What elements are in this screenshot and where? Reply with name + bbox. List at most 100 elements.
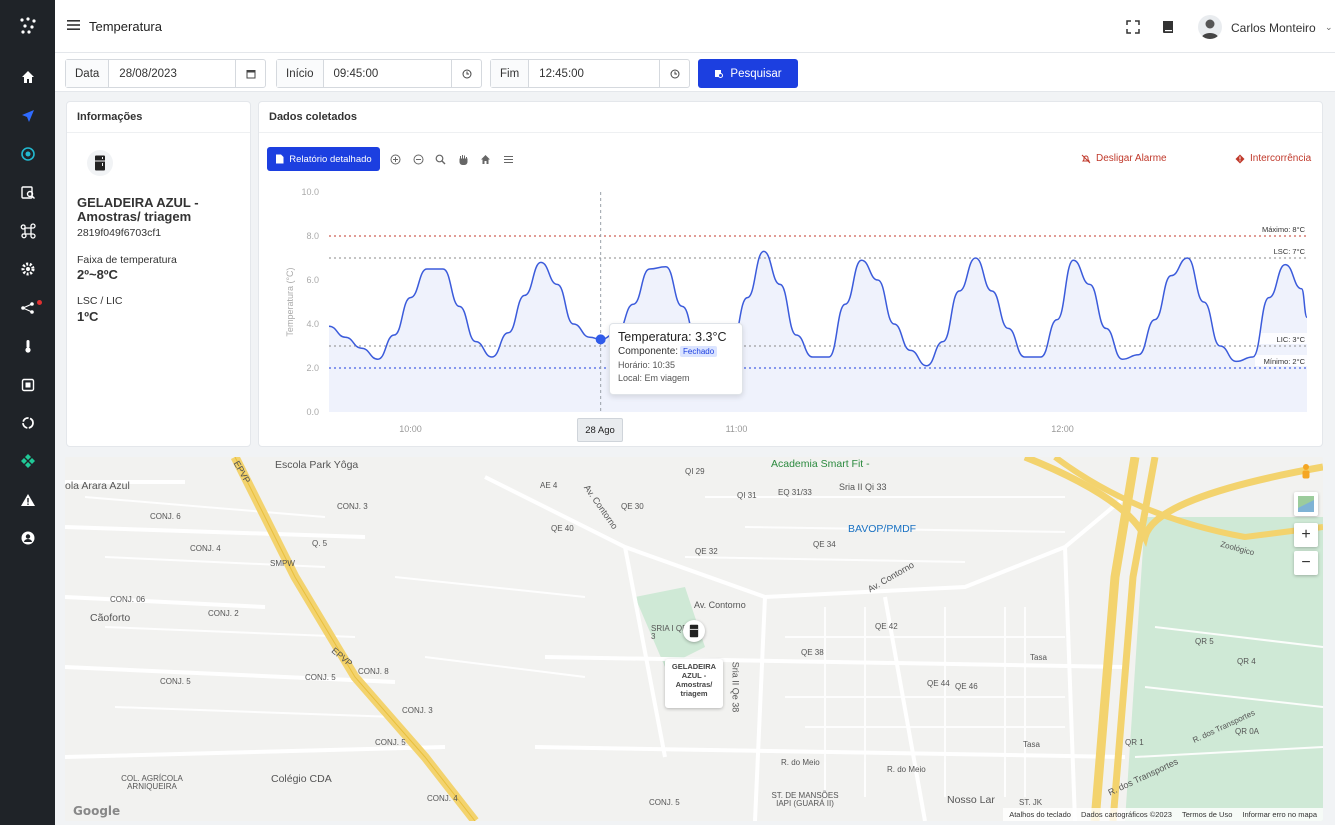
report-error-link[interactable]: Informar erro no mapa [1242, 810, 1317, 819]
map[interactable]: CONJ. 6 CONJ. 4 CONJ. 06 CONJ. 2 CONJ. 3… [65, 457, 1323, 821]
reset-home-icon[interactable] [478, 152, 492, 166]
map-label: QE 32 [695, 547, 718, 556]
device-icon [21, 378, 34, 392]
zoom-out-button[interactable]: − [1294, 551, 1318, 575]
map-label: QE 44 [927, 679, 950, 688]
threshold-label: LIC: 3°C [1277, 335, 1306, 344]
date-field[interactable]: Data 28/08/2023 [65, 59, 266, 88]
sidebar-item-alerts[interactable] [0, 485, 55, 515]
map-footer: Atalhos do teclado Dados cartográficos ©… [1003, 808, 1323, 821]
poi-label[interactable]: ola Arara Azul [65, 480, 130, 492]
clock-icon[interactable] [659, 60, 689, 87]
map-label: QE 46 [955, 682, 978, 691]
poi-label[interactable]: Nosso Lar [947, 794, 995, 806]
sidebar-item-target[interactable] [0, 139, 55, 169]
sidebar [0, 0, 55, 825]
search-button[interactable]: Pesquisar [698, 59, 798, 88]
user-name[interactable]: Carlos Monteiro [1231, 21, 1316, 35]
disable-alarm-link[interactable]: Desligar Alarme [1081, 153, 1167, 164]
map-label: CONJ. 4 [427, 794, 458, 803]
sidebar-item-home[interactable] [0, 62, 55, 92]
start-time-field[interactable]: Início 09:45:00 [276, 59, 482, 88]
temperature-range-label: Faixa de temperatura [77, 254, 177, 266]
map-label: CONJ. 6 [150, 512, 181, 521]
y-tick-label: 6.0 [306, 275, 319, 285]
sidebar-item-settings[interactable] [0, 254, 55, 284]
map-label: QE 38 [801, 648, 824, 657]
map-label: QE 30 [621, 502, 644, 511]
tooltip-component: Componente: Fechado [618, 346, 734, 357]
map-label: ST. DE MANSÕES IAPI (GUARÁ II) [771, 791, 839, 808]
lsc-lic-label: LSC / LIC [77, 295, 123, 307]
road-label: Sria II Qi 33 [839, 482, 887, 492]
send-icon [21, 110, 34, 122]
collected-card-title: Dados coletados [259, 102, 1322, 133]
poi-label[interactable]: BAVOP/PMDF [848, 523, 916, 535]
zoom-out-icon[interactable] [411, 152, 425, 166]
chart-menu-icon[interactable] [501, 152, 515, 166]
map-label: QR 0A [1235, 727, 1260, 736]
detailed-report-button[interactable]: Relatório detalhado [267, 147, 380, 171]
avatar[interactable] [1198, 15, 1222, 39]
sidebar-item-network[interactable] [0, 293, 55, 323]
sidebar-item-navigation[interactable] [0, 101, 55, 131]
sidebar-item-calendar-search[interactable] [0, 177, 55, 207]
zoom-select-icon[interactable] [433, 152, 447, 166]
target-icon [20, 147, 35, 161]
device-marker-label[interactable]: GELADEIRA AZUL - Amostras/ triagem [665, 659, 723, 708]
lsc-lic-value: 1ºC [77, 309, 99, 324]
logo-icon [19, 17, 36, 34]
sidebar-item-sync[interactable] [0, 408, 55, 438]
map-layer-toggle-icon[interactable] [1294, 492, 1318, 516]
poi-label[interactable]: Academia Smart Fit - [771, 458, 870, 470]
zoom-in-icon[interactable] [388, 152, 402, 166]
start-label: Início [277, 60, 324, 87]
zoom-in-button[interactable]: + [1294, 523, 1318, 547]
y-tick-label: 4.0 [306, 319, 319, 329]
sidebar-item-device[interactable] [0, 370, 55, 400]
filter-bar: Data 28/08/2023 Início 09:45:00 Fim 12:4… [55, 53, 1335, 92]
clock-icon[interactable] [451, 60, 481, 87]
y-tick-label: 0.0 [306, 407, 319, 417]
chevron-down-icon[interactable]: ⌄ [1325, 22, 1333, 33]
book-icon[interactable] [1160, 19, 1176, 35]
disable-alarm-label: Desligar Alarme [1096, 153, 1167, 164]
device-name: GELADEIRA AZUL - Amostras/ triagem [77, 195, 199, 224]
map-label: R. do Meio [887, 765, 926, 774]
map-label: Q. 5 [312, 539, 328, 548]
temperature-range-value: 2º~8ºC [77, 267, 118, 282]
start-time-input[interactable]: 09:45:00 [324, 60, 452, 87]
temperature-chart[interactable]: Máximo: 8°C LSC: 7°C LIC: 3°C Mínimo: 2°C 1… [259, 177, 1322, 447]
alarm-off-icon [1081, 154, 1091, 163]
keyboard-shortcuts-link[interactable]: Atalhos do teclado [1009, 810, 1071, 819]
device-map-marker[interactable] [683, 620, 705, 642]
sidebar-item-account[interactable] [0, 523, 55, 553]
map-data-attribution: Dados cartográficos ©2023 [1080, 810, 1172, 819]
end-time-input[interactable]: 12:45:00 [529, 60, 659, 87]
poi-label[interactable]: Cãoforto [90, 612, 130, 624]
sidebar-item-modules[interactable] [0, 446, 55, 476]
search-button-label: Pesquisar [730, 67, 782, 80]
hovered-data-point[interactable] [595, 334, 606, 345]
poi-label[interactable]: Escola Park Yôga [275, 459, 358, 471]
street-view-pegman-icon[interactable] [1294, 461, 1318, 485]
calendar-search-icon [20, 186, 35, 199]
date-input[interactable]: 28/08/2023 [109, 60, 235, 87]
home-icon [21, 71, 34, 83]
map-label: CONJ. 8 [358, 667, 389, 676]
sidebar-item-temperature[interactable] [0, 331, 55, 361]
pan-hand-icon[interactable] [456, 152, 470, 166]
sidebar-item-command[interactable] [0, 216, 55, 246]
app-logo[interactable] [0, 10, 55, 42]
map-label: Tasa [1023, 740, 1040, 749]
terms-link[interactable]: Termos de Uso [1182, 810, 1232, 819]
map-label: CONJ. 5 [649, 798, 680, 807]
map-label: CONJ. 2 [208, 609, 239, 618]
end-time-field[interactable]: Fim 12:45:00 [490, 59, 690, 88]
fullscreen-icon[interactable] [1125, 19, 1141, 35]
incident-link[interactable]: Intercorrência [1235, 153, 1311, 164]
calendar-icon[interactable] [235, 60, 265, 87]
poi-label[interactable]: Colégio CDA [271, 773, 332, 785]
menu-icon[interactable] [67, 19, 80, 31]
temperature-area [329, 251, 1307, 412]
